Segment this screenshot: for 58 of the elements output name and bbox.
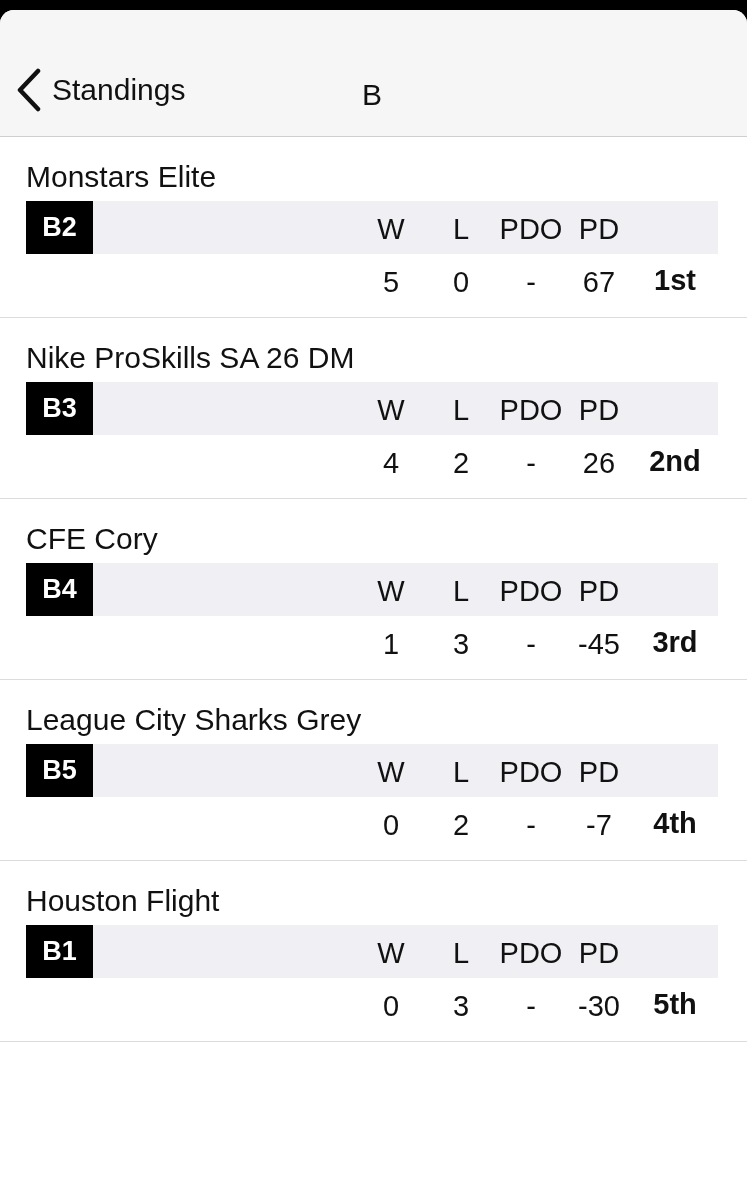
team-name: League City Sharks Grey	[26, 702, 363, 738]
column-header: W	[376, 393, 406, 427]
stat-value: -	[525, 989, 537, 1023]
stat-value: 0	[381, 808, 401, 842]
seed-badge: B4	[26, 563, 93, 616]
column-header: PDO	[498, 212, 564, 246]
column-header: PD	[577, 212, 621, 246]
column-header: L	[451, 212, 471, 246]
column-header: PD	[577, 936, 621, 970]
stat-value: 0	[451, 265, 471, 299]
back-button[interactable]: Standings	[16, 68, 186, 112]
stat-value: -30	[577, 989, 621, 1023]
stat-value: 5	[381, 265, 401, 299]
stat-value: -	[525, 265, 537, 299]
seed-badge: B5	[26, 744, 93, 797]
column-header: L	[451, 393, 471, 427]
stat-value: 3	[451, 627, 471, 661]
column-header: W	[376, 755, 406, 789]
stat-value: -	[525, 808, 537, 842]
column-header: PDO	[498, 574, 564, 608]
column-header: W	[376, 574, 406, 608]
column-header: L	[451, 574, 471, 608]
column-header: W	[376, 936, 406, 970]
rank-label: 3rd	[651, 626, 699, 659]
rank-label: 2nd	[648, 445, 702, 478]
stat-value: -45	[577, 627, 621, 661]
column-header: PDO	[498, 393, 564, 427]
seed-badge: B1	[26, 925, 93, 978]
stat-value: 2	[451, 808, 471, 842]
team-name: Nike ProSkills SA 26 DM	[26, 340, 356, 376]
seed-badge: B2	[26, 201, 93, 254]
team-name: CFE Cory	[26, 521, 159, 557]
column-header: PDO	[498, 755, 564, 789]
column-header: L	[451, 755, 471, 789]
rank-label: 5th	[652, 988, 698, 1021]
page-title: B	[362, 78, 382, 112]
column-header: W	[376, 212, 406, 246]
stat-value: 2	[451, 446, 471, 480]
stat-value: 26	[581, 446, 617, 480]
stat-value: 67	[581, 265, 617, 299]
stat-value: -7	[585, 808, 613, 842]
team-name: Houston Flight	[26, 883, 221, 919]
rank-label: 1st	[653, 264, 697, 297]
team-name: Monstars Elite	[26, 159, 218, 195]
stat-value: -	[525, 446, 537, 480]
stat-value: 3	[451, 989, 471, 1023]
rank-label: 4th	[652, 807, 698, 840]
stat-value: 0	[381, 989, 401, 1023]
column-header: PD	[577, 574, 621, 608]
stat-value: 4	[381, 446, 401, 480]
stat-value: 1	[381, 627, 401, 661]
seed-badge: B3	[26, 382, 93, 435]
column-header: PDO	[498, 936, 564, 970]
back-chevron-icon	[16, 68, 42, 112]
column-header: PD	[577, 755, 621, 789]
column-header: L	[451, 936, 471, 970]
column-header: PD	[577, 393, 621, 427]
stat-value: -	[525, 627, 537, 661]
